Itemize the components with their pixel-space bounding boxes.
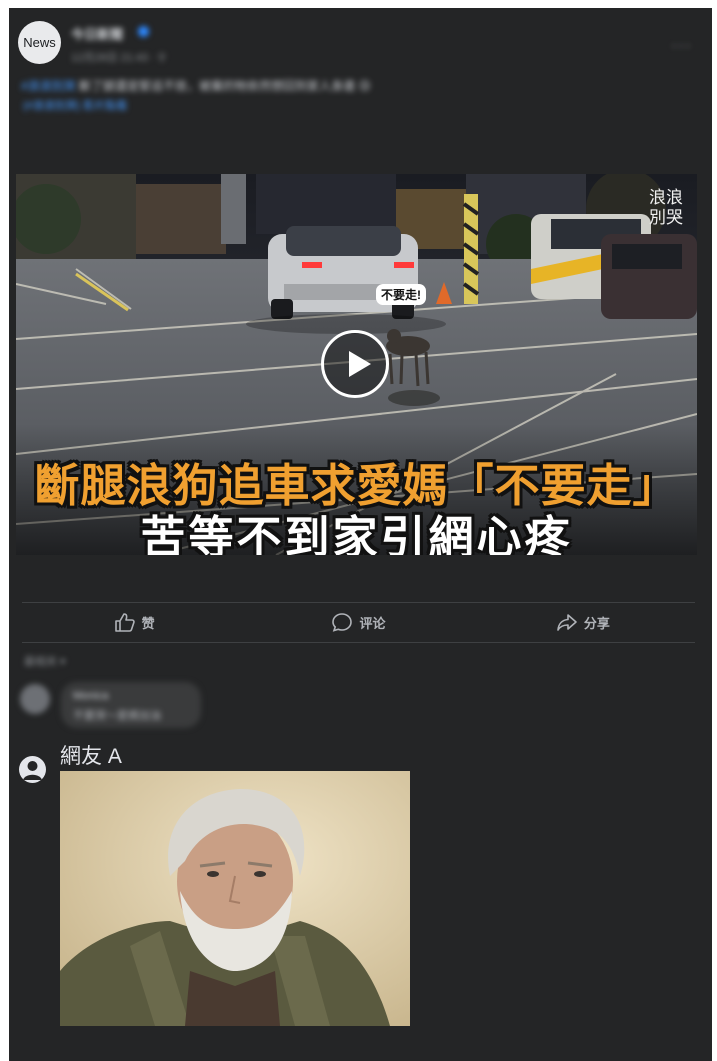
post-timestamp[interactable]: 12月28日 21:43 · ⚲ — [71, 49, 166, 65]
avatar-label: News — [23, 35, 56, 50]
thumbs-up-icon — [114, 613, 135, 632]
post-caption: #浪浪別哭 斷了腿還是緊追不捨，被棄的牠依然想回到家人身邊 😢 — [21, 77, 481, 95]
comment-button[interactable]: 评论 — [246, 604, 470, 640]
verified-icon — [138, 26, 149, 37]
comment-label: 评论 — [359, 615, 386, 631]
watermark-line-2: 別哭 — [649, 208, 683, 228]
video-watermark: 浪浪 別哭 — [649, 188, 683, 228]
page-name[interactable]: 今日新聞 — [71, 24, 123, 43]
watermark-line-1: 浪浪 — [649, 188, 683, 208]
caption-hashtag[interactable]: #浪浪別哭 — [21, 79, 76, 93]
divider — [22, 642, 695, 643]
caption-link[interactable]: (#浪浪別哭) 影片點看 — [23, 97, 128, 113]
comment-text: 不要哭～愛媽加油 — [73, 710, 161, 722]
like-button[interactable]: 赞 — [22, 604, 246, 640]
speech-bubble: 不要走! — [376, 284, 426, 305]
commenter-name[interactable]: Monica — [73, 690, 108, 702]
commenter-name[interactable]: 網友 A — [60, 740, 122, 770]
divider — [22, 602, 695, 603]
comment-icon — [332, 613, 353, 632]
share-button[interactable]: 分享 — [471, 604, 695, 640]
page-avatar[interactable]: News — [18, 21, 61, 64]
comment-photo[interactable] — [60, 771, 410, 1026]
share-label: 分享 — [583, 615, 610, 631]
video-headline-line-2: 苦等不到家引網心疼 — [140, 512, 573, 555]
post-card: News 今日新聞 12月28日 21:43 · ⚲ ··· #浪浪別哭 斷了腿… — [9, 8, 712, 1061]
more-options-button[interactable]: ··· — [671, 35, 692, 56]
play-icon[interactable] — [321, 330, 389, 398]
share-icon — [557, 614, 577, 631]
post-actions-bar: 赞 评论 分享 — [22, 604, 695, 640]
user-avatar-icon[interactable] — [19, 756, 46, 783]
caption-text: 斷了腿還是緊追不捨，被棄的牠依然想回到家人身邊 😢 — [75, 79, 371, 93]
commenter-avatar[interactable] — [20, 684, 50, 714]
video-player[interactable]: 浪浪 別哭 不要走! 斷腿浪狗追車求愛媽「不要走」 苦等不到家引網心疼 — [16, 174, 697, 555]
like-label: 赞 — [141, 615, 155, 631]
comment-sort-dropdown[interactable]: 最相关 ▾ — [24, 653, 66, 669]
portrait-image — [60, 771, 410, 1026]
